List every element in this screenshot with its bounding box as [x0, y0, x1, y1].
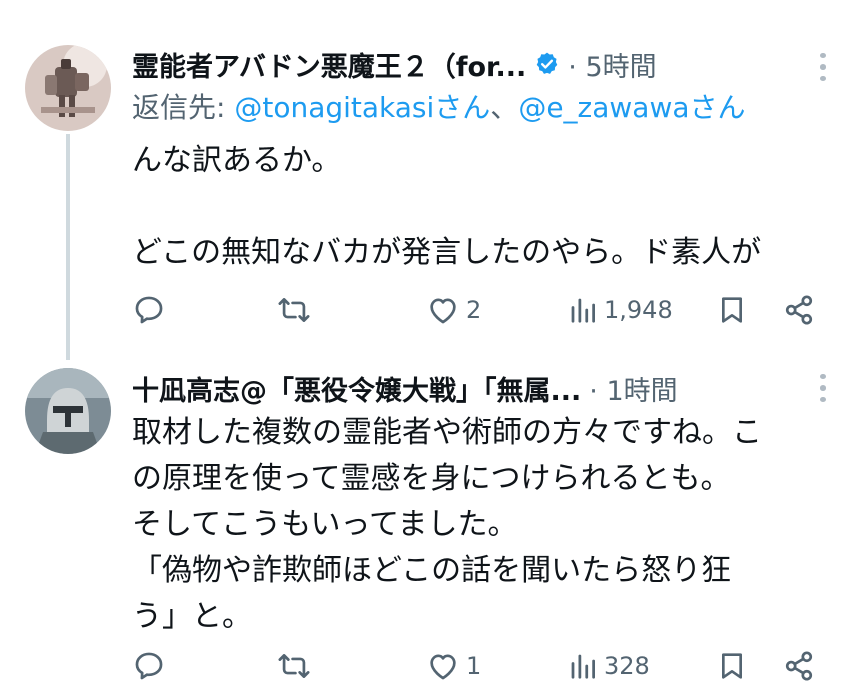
author-name[interactable]: 霊能者アバドン悪魔王２（for... [132, 45, 526, 84]
heart-icon [430, 654, 456, 680]
like-count: 2 [466, 296, 482, 324]
tweet-header: 十凪高志@「悪役令嬢大戦」「無属... · 1時間 [132, 366, 678, 410]
author-name[interactable]: 十凪高志@「悪役令嬢大戦」「無属... [132, 369, 581, 408]
retweet-button[interactable] [276, 290, 312, 330]
more-icon[interactable] [818, 374, 828, 402]
share-icon [785, 295, 813, 325]
retweet-icon [278, 298, 310, 322]
more-icon[interactable] [818, 53, 828, 81]
thread-connector-line [66, 134, 70, 360]
reply-button[interactable] [132, 290, 166, 330]
view-count: 1,948 [604, 296, 673, 324]
bookmark-icon [722, 653, 742, 679]
reply-to-line: 返信先: @tonagitakasiさん、@e_zawawaさん [132, 86, 746, 126]
reply-icon [135, 296, 163, 324]
retweet-button[interactable] [276, 646, 312, 686]
tweet-header: 霊能者アバドン悪魔王２（for... · 5時間 [132, 42, 657, 86]
reply-button[interactable] [132, 646, 166, 686]
heart-icon [430, 298, 456, 324]
share-button[interactable] [782, 646, 816, 686]
tweet-text: んな訳あるか。 どこの無知なバカが発言したのやら。ド素人が [132, 143, 762, 270]
share-button[interactable] [782, 290, 816, 330]
tweet-actions: 2 1,948 [132, 290, 822, 330]
reply-to-label: 返信先: [132, 91, 235, 124]
views-button[interactable]: 1,948 [568, 290, 673, 330]
bookmark-button[interactable] [716, 646, 748, 686]
share-icon [785, 651, 813, 681]
reply-icon [135, 652, 163, 680]
mention-link[interactable]: @tonagitakasiさん [234, 91, 490, 124]
avatar-tweet-2[interactable] [25, 368, 111, 454]
like-count: 1 [466, 652, 482, 680]
views-button[interactable]: 328 [568, 646, 650, 686]
mention-link[interactable]: @e_zawawaさん [518, 91, 745, 124]
views-icon [571, 654, 595, 679]
verified-badge-icon [534, 51, 560, 77]
tweet-time-value: 1時間 [606, 375, 678, 407]
views-icon [571, 298, 595, 323]
like-button[interactable]: 1 [426, 646, 481, 686]
tweet-time-value: 5時間 [585, 51, 657, 83]
like-button[interactable]: 2 [426, 290, 481, 330]
view-count: 328 [604, 652, 650, 680]
tweet-text: 取材した複数の霊能者や術師の方々ですね。こ の原理を使って霊感を身につけられると… [132, 415, 762, 634]
retweet-icon [278, 654, 310, 678]
tweet-time[interactable]: · 1時間 [589, 369, 677, 408]
avatar-tweet-1[interactable] [25, 45, 111, 131]
reply-to-separator: 、 [490, 91, 519, 124]
bookmark-icon [722, 297, 742, 323]
tweet-time[interactable]: · 5時間 [568, 45, 656, 84]
tweet-actions: 1 328 [132, 646, 822, 686]
bookmark-button[interactable] [716, 290, 748, 330]
